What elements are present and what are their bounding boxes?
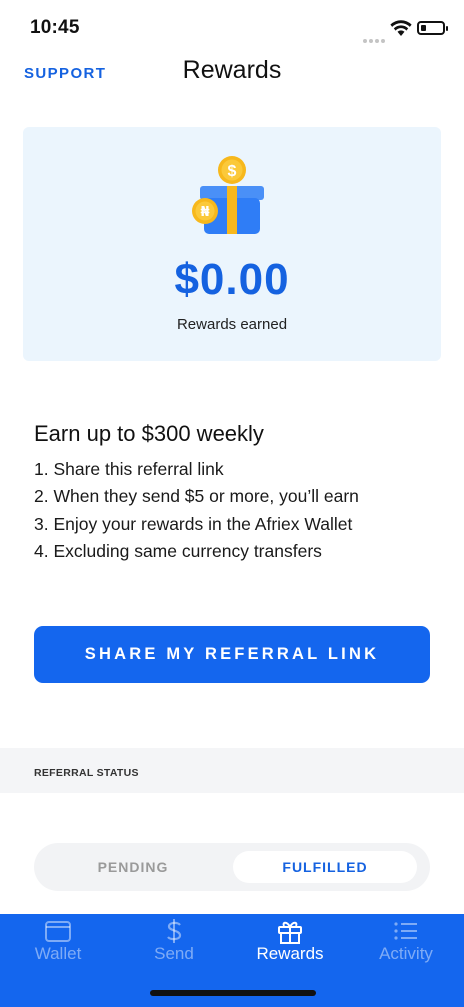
battery-icon [417, 21, 448, 35]
referral-status-label: REFERRAL STATUS [34, 767, 139, 779]
status-bar: 10:45 [0, 0, 464, 56]
step-item: 1. Share this referral link [34, 459, 224, 479]
signal-icon [363, 30, 387, 48]
list-icon [394, 922, 417, 940]
tab-rewards-label: Rewards [256, 944, 324, 963]
referral-status-segmented-control: PENDING FULFILLED [34, 843, 430, 891]
referral-steps-list: 1. Share this referral link 2. When they… [34, 456, 359, 565]
page-title: Rewards [182, 56, 282, 84]
status-time: 10:45 [30, 17, 80, 38]
tab-send[interactable]: Send [116, 914, 232, 974]
step-item: 4. Excluding same currency transfers [34, 540, 322, 561]
wallet-icon [45, 921, 71, 942]
referral-status-header: REFERRAL STATUS [0, 748, 464, 793]
earn-info-title: Earn up to $300 weekly [34, 421, 264, 446]
tab-activity[interactable]: Activity [348, 914, 464, 974]
tab-wallet[interactable]: Wallet [0, 914, 116, 974]
tab-pending[interactable]: PENDING [34, 843, 232, 891]
tab-fulfilled[interactable]: FULFILLED [233, 851, 417, 883]
coin-dollar-symbol: $ [228, 163, 237, 180]
gift-icon [278, 921, 302, 944]
step-item: 3. Enjoy your rewards in the Afriex Wall… [34, 513, 353, 534]
tab-rewards[interactable]: Rewards [232, 914, 348, 974]
rewards-summary-card: $ ₦ $0.00 Rewards earned [23, 127, 441, 361]
gift-coins-icon: $ ₦ [192, 156, 264, 234]
tab-wallet-label: Wallet [34, 944, 82, 963]
tab-activity-label: Activity [379, 944, 433, 963]
rewards-earned-label: Rewards earned [176, 316, 288, 333]
home-indicator [150, 990, 316, 996]
tab-send-label: Send [154, 944, 194, 963]
share-referral-link-button[interactable]: SHARE MY REFERRAL LINK [34, 626, 430, 683]
dollar-icon [167, 919, 182, 943]
coin-naira-symbol: ₦ [200, 205, 209, 220]
step-item: 2. When they send $5 or more, you’ll ear… [34, 486, 359, 507]
wifi-icon [390, 20, 412, 36]
rewards-amount: $0.00 [174, 255, 290, 304]
